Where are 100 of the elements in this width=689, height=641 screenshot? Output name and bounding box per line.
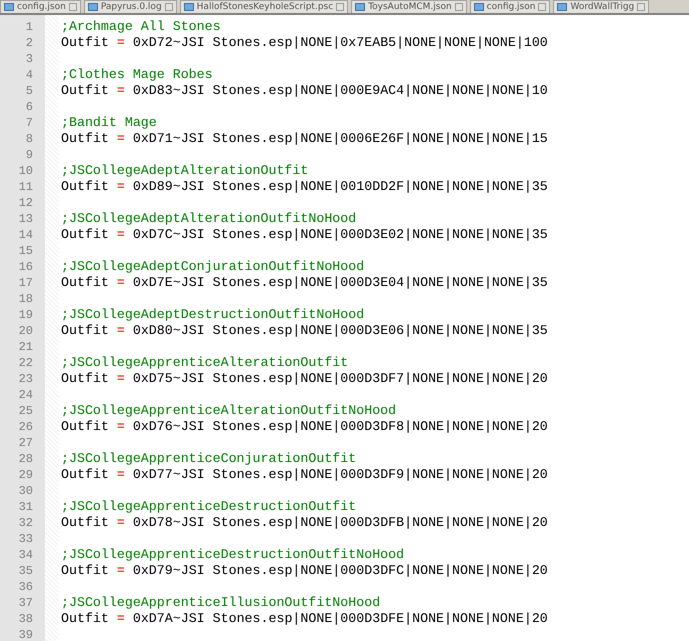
file-icon (474, 3, 484, 11)
comment-text: ;JSCollegeAdeptAlterationOutfit (61, 163, 308, 178)
line-number: 13 (18, 211, 34, 227)
comment-text: ;JSCollegeAdeptConjurationOutfitNoHood (61, 259, 364, 274)
file-icon (355, 3, 366, 11)
line-number: 5 (24, 83, 34, 99)
operator: = (116, 323, 125, 338)
code-value: 0xD7E~JSI Stones.esp|NONE|000D3E04|NONE|NONE|NONE|35 (132, 275, 548, 290)
line-number: 27 (18, 435, 34, 451)
line-number: 16 (18, 259, 34, 275)
code-value: 0xD83~JSI Stones.esp|NONE|000E9AC4|NONE|NONE|NONE|10 (132, 83, 548, 98)
close-icon[interactable] (68, 3, 77, 11)
code-key: Outfit (61, 515, 109, 530)
code-value: 0xD79~JSI Stones.esp|NONE|000D3DFC|NONE|NONE|NONE|20 (132, 563, 548, 578)
line-number: 17 (18, 275, 34, 291)
close-icon[interactable] (336, 3, 344, 11)
file-icon (88, 3, 98, 11)
operator: = (116, 275, 125, 290)
code-key: Outfit (61, 227, 109, 242)
code-key: Outfit (61, 371, 109, 386)
line-number: 9 (24, 147, 34, 163)
line-number: 19 (18, 307, 34, 323)
comment-text: ;Archmage All Stones (61, 19, 221, 34)
close-icon[interactable] (637, 3, 646, 11)
line-number: 28 (18, 451, 34, 467)
operator: = (116, 371, 125, 386)
file-tab[interactable]: Papyrus.0.log (84, 0, 177, 13)
line-number: 23 (18, 371, 34, 387)
file-icon (4, 3, 14, 11)
code-value: 0xD75~JSI Stones.esp|NONE|000D3DF7|NONE|NONE|NONE|20 (132, 371, 548, 386)
line-number: 7 (24, 115, 34, 131)
line-number: 35 (18, 563, 34, 579)
operator: = (116, 179, 125, 194)
line-number: 18 (18, 291, 34, 307)
file-tab[interactable]: config.json (470, 0, 550, 13)
close-icon[interactable] (454, 3, 463, 11)
operator: = (116, 611, 125, 626)
file-icon (557, 3, 568, 11)
line-number: 6 (24, 99, 34, 115)
comment-text: ;JSCollegeApprenticeConjurationOutfit (61, 451, 356, 466)
code-key: Outfit (61, 179, 109, 194)
comment-text: ;JSCollegeApprenticeAlterationOutfitNoHood (61, 403, 396, 418)
file-tab[interactable]: ToysAutoMCM.json (351, 0, 467, 13)
line-number: 1 (24, 19, 34, 35)
code-key: Outfit (61, 611, 109, 626)
code-value: 0xD78~JSI Stones.esp|NONE|000D3DFB|NONE|NONE|NONE|20 (132, 515, 548, 530)
line-number: 32 (18, 515, 34, 531)
line-number: 39 (18, 627, 34, 641)
close-icon[interactable] (164, 3, 173, 11)
code-value: 0xD72~JSI Stones.esp|NONE|0x7EAB5|NONE|NONE|NONE|100 (132, 35, 548, 50)
code-value: 0xD71~JSI Stones.esp|NONE|0006E26F|NONE|NONE|NONE|15 (132, 131, 548, 146)
operator: = (116, 515, 125, 530)
code-key: Outfit (61, 83, 109, 98)
line-number: 12 (18, 195, 34, 211)
close-icon[interactable] (538, 3, 546, 11)
line-number: 38 (18, 611, 34, 627)
operator: = (116, 227, 125, 242)
line-number: 25 (18, 403, 34, 419)
line-number: 30 (18, 483, 34, 499)
code-key: Outfit (61, 467, 109, 482)
comment-text: ;JSCollegeApprenticeDestructionOutfit (61, 499, 356, 514)
line-number: 3 (24, 51, 34, 67)
line-number: 2 (24, 35, 34, 51)
operator: = (116, 563, 125, 578)
line-number: 37 (18, 595, 34, 611)
operator: = (116, 131, 125, 146)
file-tab[interactable]: WordWallTrigg (553, 0, 650, 13)
code-value: 0xD76~JSI Stones.esp|NONE|000D3DF8|NONE|NONE|NONE|20 (132, 419, 548, 434)
line-number: 20 (18, 323, 34, 339)
code-key: Outfit (61, 323, 109, 338)
comment-text: ;JSCollegeApprenticeAlterationOutfit (61, 355, 348, 370)
line-number: 31 (18, 499, 34, 515)
operator: = (116, 467, 125, 482)
line-number: 21 (18, 339, 34, 355)
line-number: 15 (18, 243, 34, 259)
code-key: Outfit (61, 419, 109, 434)
line-number: 33 (18, 531, 34, 547)
line-number: 34 (18, 547, 34, 563)
comment-text: ;Clothes Mage Robes (61, 67, 213, 82)
code-key: Outfit (61, 35, 109, 50)
code-value: 0xD77~JSI Stones.esp|NONE|000D3DF9|NONE|NONE|NONE|20 (132, 467, 548, 482)
code-value: 0xD89~JSI Stones.esp|NONE|0010DD2F|NONE|NONE|NONE|35 (132, 179, 548, 194)
code-key: Outfit (61, 275, 109, 290)
file-tab[interactable]: config.json (0, 0, 81, 13)
line-number: 4 (24, 67, 34, 83)
code-key: Outfit (61, 563, 109, 578)
file-tab[interactable]: HallofStonesKeyholeScript.psc (180, 0, 348, 13)
code-value: 0xD7A~JSI Stones.esp|NONE|000D3DFE|NONE|NONE|NONE|20 (132, 611, 548, 626)
comment-text: ;JSCollegeApprenticeDestructionOutfitNoHood (61, 547, 404, 562)
line-number: 29 (18, 467, 34, 483)
line-number: 36 (18, 579, 34, 595)
operator: = (116, 83, 125, 98)
comment-text: ;JSCollegeApprenticeIllusionOutfitNoHood (61, 595, 380, 610)
code-value: 0xD80~JSI Stones.esp|NONE|000D3E06|NONE|NONE|NONE|35 (132, 323, 548, 338)
file-icon (184, 3, 194, 11)
code-value: 0xD7C~JSI Stones.esp|NONE|000D3E02|NONE|NONE|NONE|35 (132, 227, 548, 242)
line-number: 8 (24, 131, 34, 147)
code-key: Outfit (61, 131, 109, 146)
line-number: 11 (18, 179, 34, 195)
line-number: 24 (18, 387, 34, 403)
